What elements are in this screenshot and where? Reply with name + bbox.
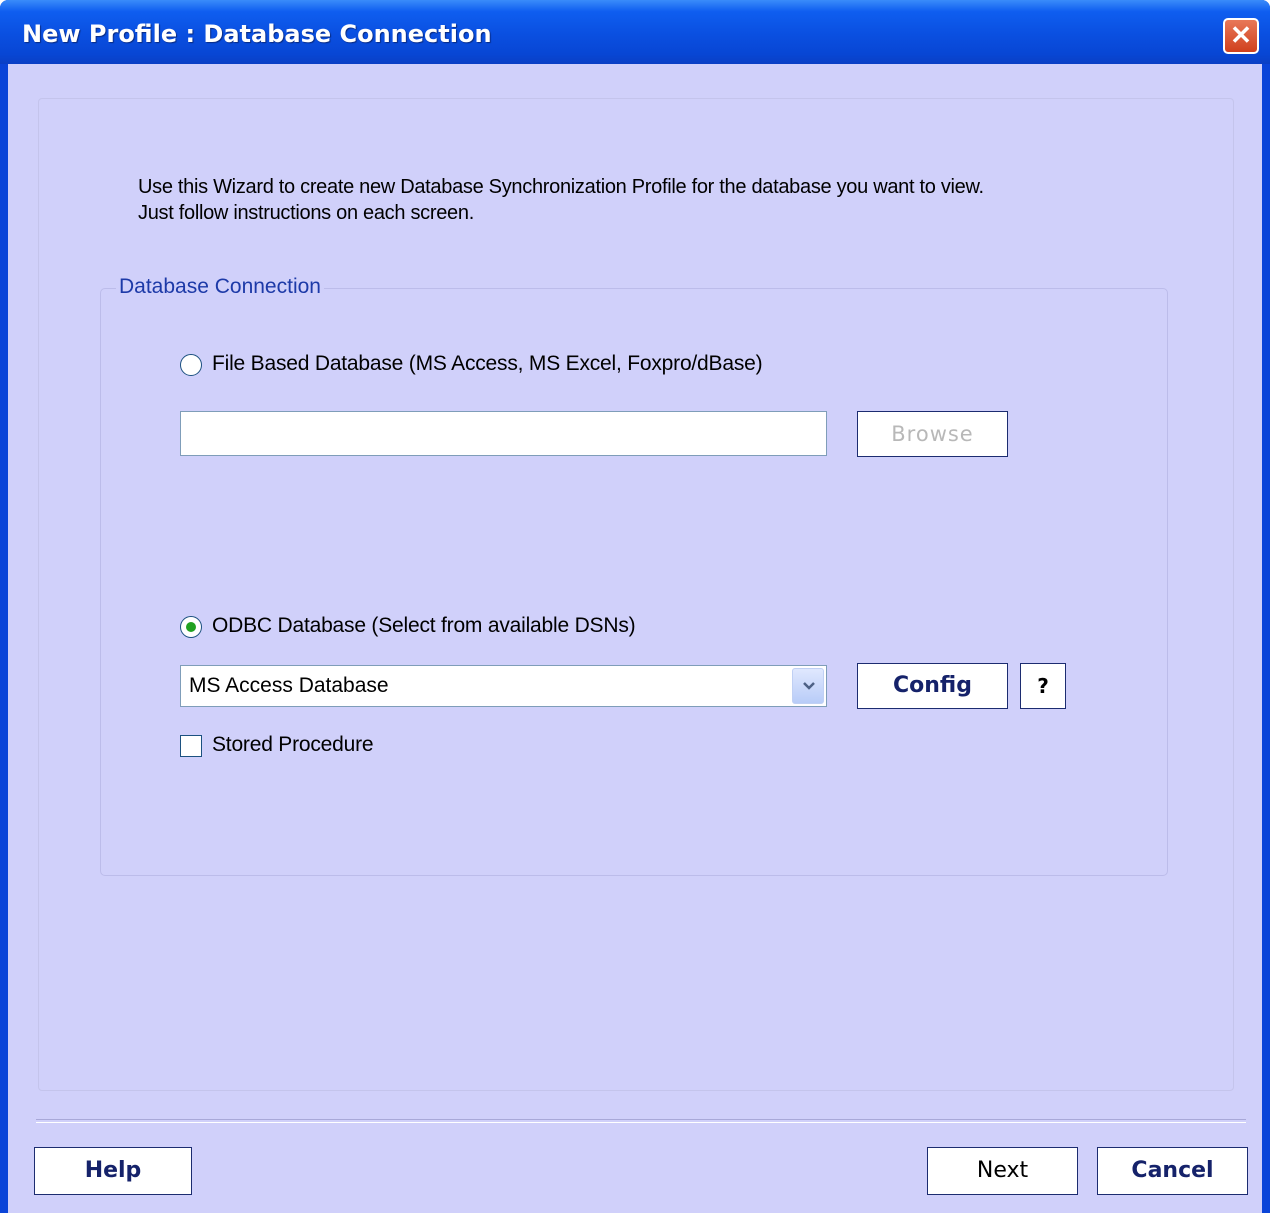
odbc-radio[interactable]: [180, 616, 202, 638]
footer-separator: [36, 1119, 1246, 1123]
cancel-button[interactable]: Cancel: [1097, 1147, 1248, 1195]
odbc-label[interactable]: ODBC Database (Select from available DSN…: [212, 614, 636, 638]
next-button[interactable]: Next: [927, 1147, 1078, 1195]
file-path-input[interactable]: [180, 411, 827, 456]
database-connection-group: [100, 288, 1168, 876]
config-button[interactable]: Config: [857, 663, 1008, 709]
stored-procedure-checkbox[interactable]: [180, 735, 202, 757]
stored-procedure-label[interactable]: Stored Procedure: [212, 733, 374, 757]
help-button[interactable]: Help: [34, 1147, 192, 1195]
intro-line-2: Just follow instructions on each screen.: [138, 202, 474, 224]
browse-button[interactable]: Browse: [857, 411, 1008, 457]
dsn-selected-value: MS Access Database: [189, 674, 389, 697]
chevron-down-icon: [803, 682, 815, 690]
close-icon: ✕: [1230, 20, 1252, 50]
dsn-dropdown-button[interactable]: [792, 668, 824, 704]
window-title: New Profile : Database Connection: [22, 20, 492, 48]
radio-selected-dot: [186, 622, 196, 632]
close-button[interactable]: ✕: [1223, 18, 1259, 54]
dialog-window: New Profile : Database Connection ✕ Use …: [0, 0, 1270, 1213]
file-based-label[interactable]: File Based Database (MS Access, MS Excel…: [212, 352, 763, 376]
intro-line-1: Use this Wizard to create new Database S…: [138, 176, 984, 198]
file-based-radio[interactable]: [180, 354, 202, 376]
dialog-client-area: Use this Wizard to create new Database S…: [8, 64, 1262, 1213]
dsn-select[interactable]: MS Access Database: [180, 665, 827, 707]
dsn-help-button[interactable]: ?: [1020, 663, 1066, 709]
intro-text: Use this Wizard to create new Database S…: [138, 174, 984, 226]
title-bar[interactable]: New Profile : Database Connection ✕: [0, 0, 1270, 64]
group-legend: Database Connection: [116, 275, 324, 299]
